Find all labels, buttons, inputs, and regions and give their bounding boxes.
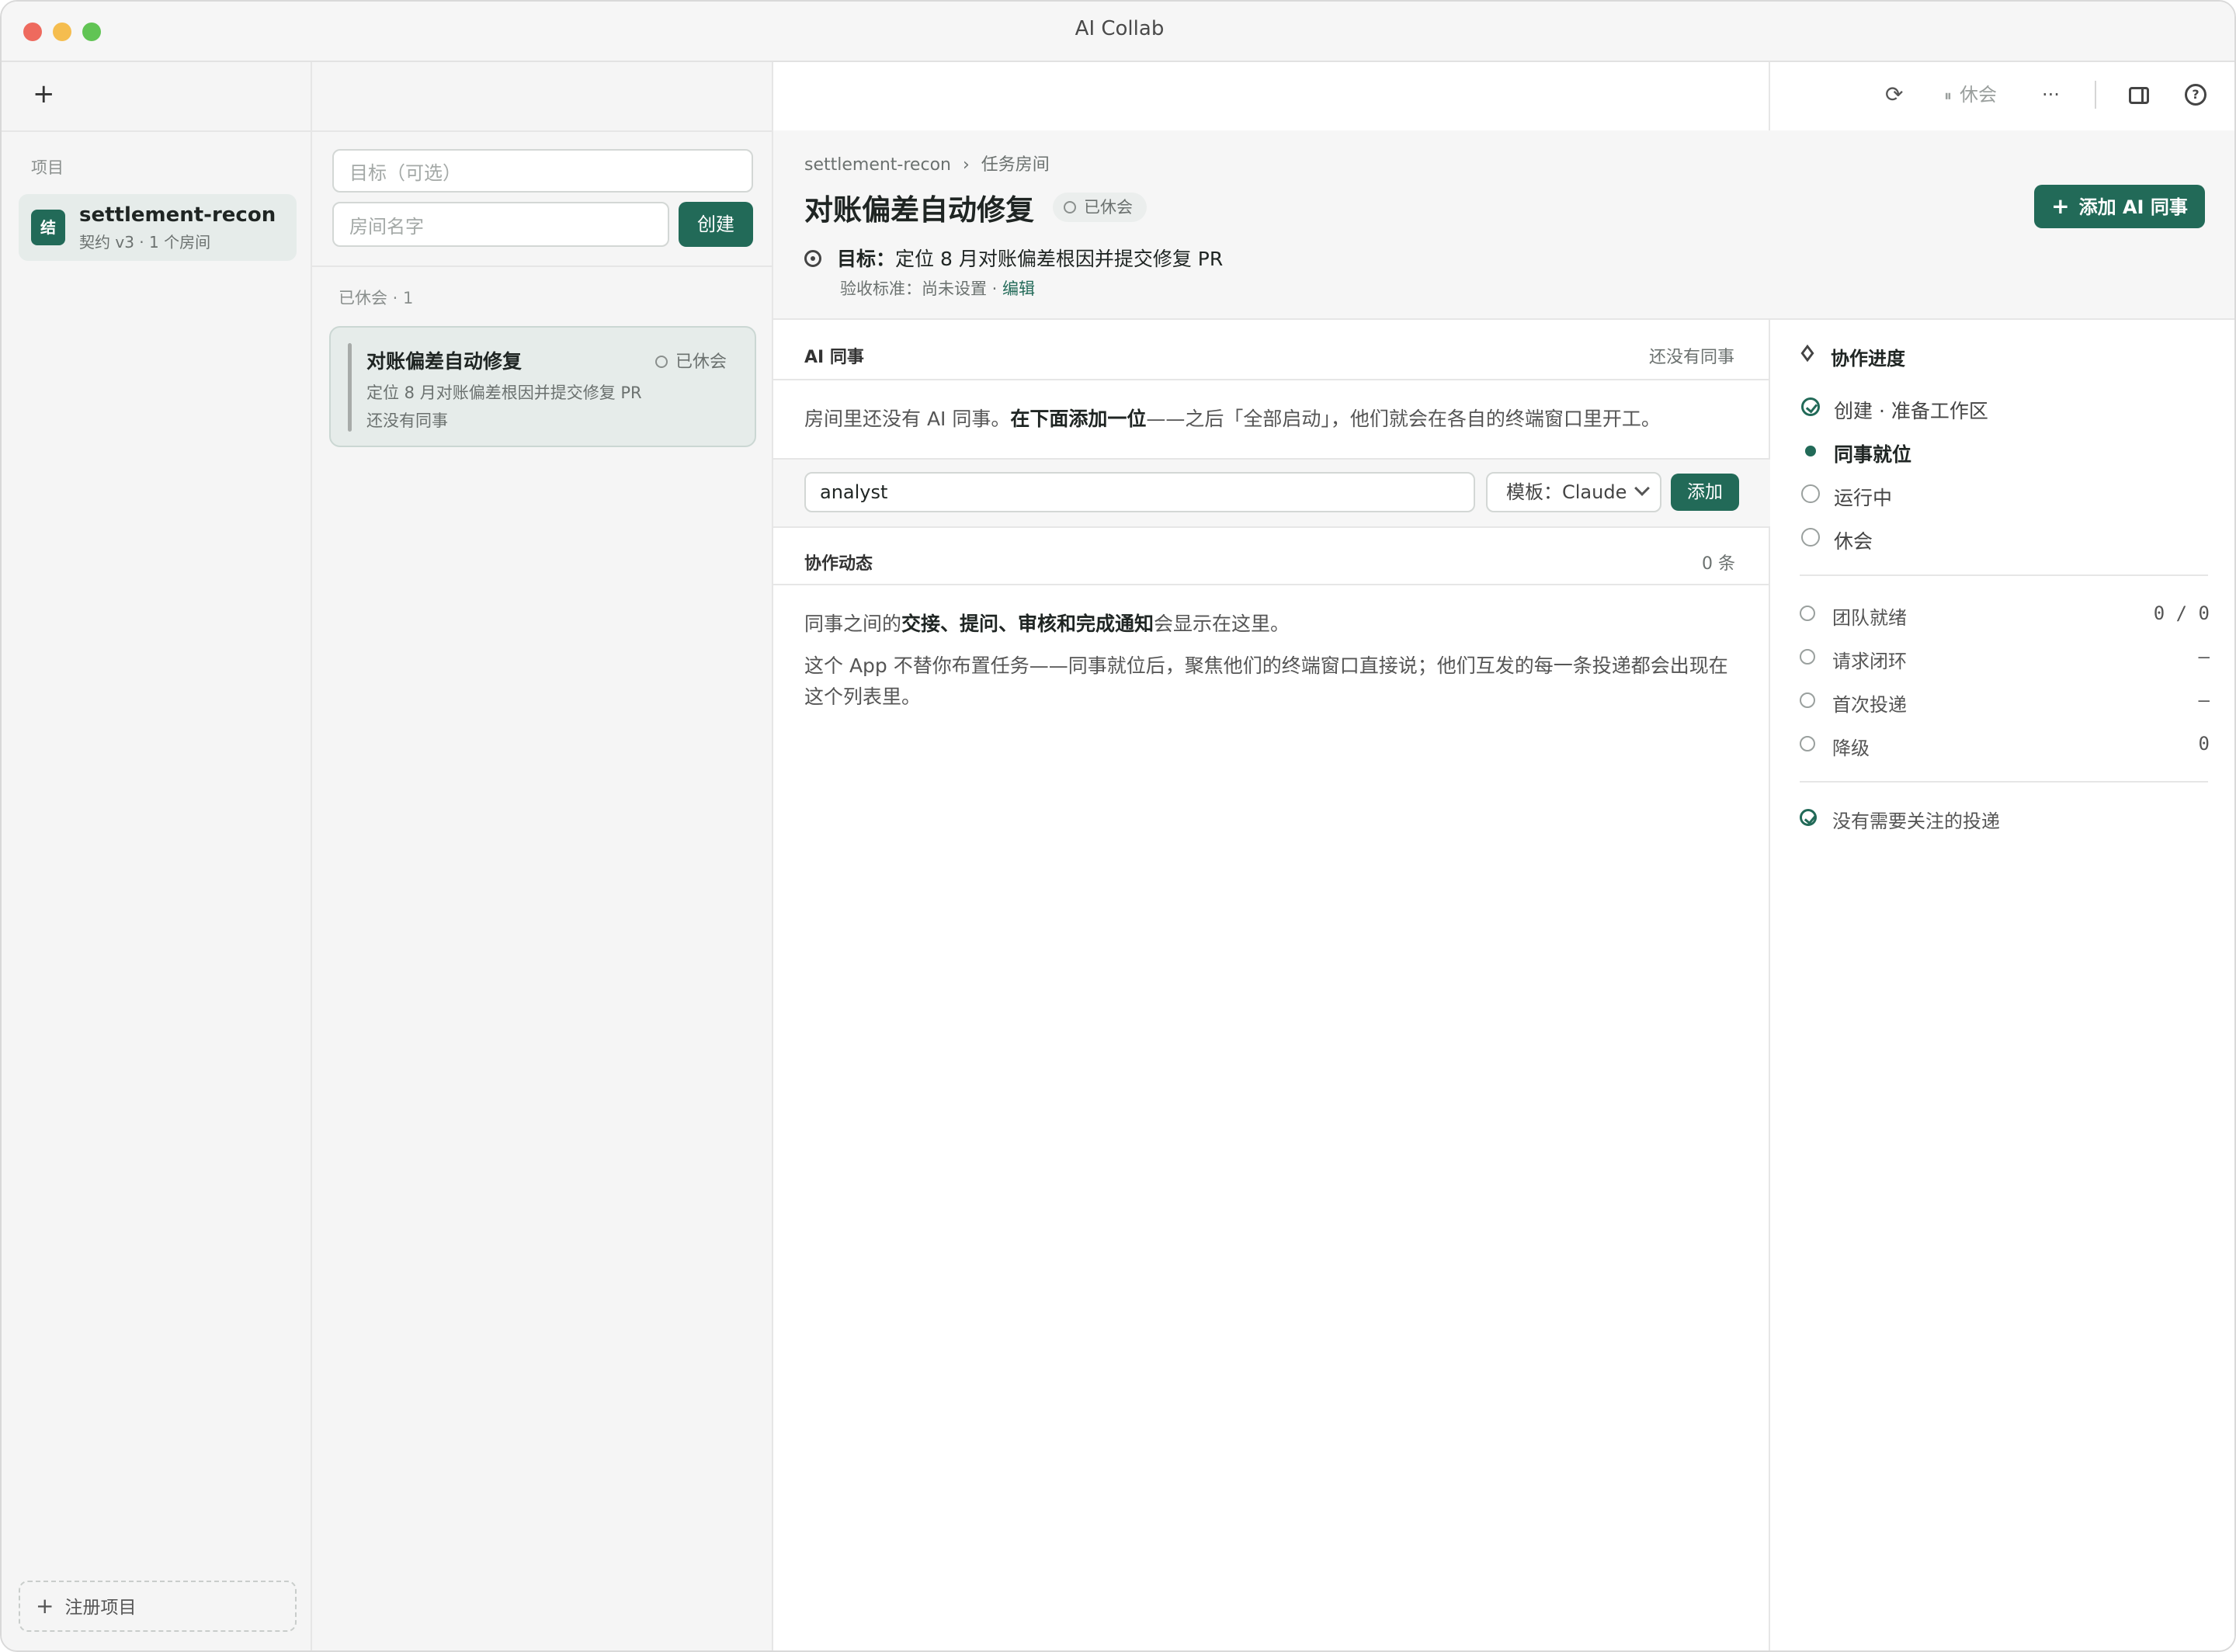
empty-circle-icon	[1800, 736, 1815, 751]
window-title: AI Collab	[1075, 17, 1165, 40]
plus-icon: +	[36, 1593, 54, 1619]
stat-request-closed: 请求闭环 —	[1800, 646, 2210, 673]
title-bar: AI Collab	[2, 2, 2234, 62]
room-card[interactable]: 对账偏差自动修复 已休会 定位 8 月对账偏差根因并提交修复 PR 还没有同事	[329, 326, 756, 447]
progress-step-ready: 同事就位	[1805, 439, 1911, 467]
feed-section-title: 协作动态	[804, 554, 873, 574]
sidebar-toggle-icon[interactable]	[2129, 87, 2149, 104]
room-title: 对账偏差自动修复	[804, 193, 1034, 227]
colleague-name-input[interactable]: analyst	[804, 472, 1475, 512]
refresh-icon[interactable]: ⟳	[1885, 82, 1903, 107]
project-avatar: 结	[31, 210, 65, 245]
project-sidebar	[2, 62, 312, 1650]
recessed-group-label: 已休会 · 1	[339, 289, 414, 307]
new-project-plus-icon[interactable]: +	[33, 81, 55, 107]
plus-icon: +	[2051, 193, 2070, 219]
goal-line: 目标：定位 8 月对账偏差根因并提交修复 PR	[804, 244, 1223, 272]
check-circle-icon	[1800, 809, 1817, 826]
breadcrumb-page: 任务房间	[981, 155, 1050, 175]
room-card-status: 已休会	[654, 348, 727, 373]
check-circle-icon	[1801, 397, 1820, 416]
colleagues-empty-note: 房间里还没有 AI 同事。在下面添加一位——之后「全部启动」，他们就会在各自的终…	[804, 408, 1661, 430]
recess-button[interactable]: ⏸ 休会	[1944, 82, 1997, 108]
acceptance-criteria: 验收标准：尚未设置 · 编辑	[840, 279, 1036, 298]
progress-title: 协作进度	[1831, 348, 1905, 370]
projects-section-label: 项目	[31, 158, 64, 177]
edit-acceptance-link[interactable]: 编辑	[1002, 279, 1035, 298]
status-badge: 已休会	[1053, 193, 1147, 222]
register-project-button[interactable]: + 注册项目	[19, 1581, 297, 1632]
empty-circle-icon	[1801, 528, 1820, 547]
feed-count: 0 条	[1702, 554, 1735, 574]
room-card-members: 还没有同事	[366, 411, 448, 430]
breadcrumb-project[interactable]: settlement-recon	[804, 155, 951, 175]
create-room-button[interactable]: 创建	[679, 202, 753, 247]
feed-empty-line-2: 这个 App 不替你布置任务——同事就位后，聚焦他们的终端窗口直接说；他们互发的…	[804, 654, 1728, 708]
empty-circle-icon	[1800, 649, 1815, 665]
progress-step-create: 创建 · 准备工作区	[1801, 396, 1988, 424]
add-colleague-button[interactable]: 添加	[1671, 474, 1739, 511]
empty-circle-icon	[1800, 692, 1815, 708]
status-circle-icon	[1064, 201, 1076, 213]
app-window: AI Collab + 项目 结 settlement-recon 契约 v3 …	[0, 0, 2236, 1652]
room-card-title: 对账偏差自动修复	[366, 350, 523, 373]
empty-circle-icon	[1800, 606, 1815, 621]
room-name-input[interactable]: 房间名字	[332, 202, 669, 247]
add-ai-colleague-button[interactable]: + 添加 AI 同事	[2034, 185, 2205, 228]
template-select[interactable]: 模板：Claude	[1486, 472, 1661, 512]
layers-icon	[1800, 344, 1817, 363]
register-project-label: 注册项目	[64, 1598, 137, 1618]
colleagues-section-title: AI 同事	[804, 348, 864, 367]
breadcrumb-separator-icon: ›	[962, 155, 970, 175]
stat-downgrade: 降级 0	[1800, 733, 2210, 760]
stat-team-ready: 团队就绪 0 / 0	[1800, 602, 2210, 630]
target-icon	[804, 250, 821, 267]
pause-icon: ⏸	[1944, 86, 1952, 105]
chevron-down-icon	[1634, 481, 1650, 496]
more-icon[interactable]: ···	[2042, 82, 2060, 107]
project-meta: 契约 v3 · 1 个房间	[79, 233, 211, 252]
status-circle-icon	[654, 356, 668, 368]
project-name: settlement-recon	[79, 203, 276, 227]
no-attention-deliveries: 没有需要关注的投递	[1800, 806, 2210, 833]
stat-first-delivery: 首次投递 —	[1800, 689, 2210, 717]
breadcrumb: settlement-recon › 任务房间	[804, 151, 1050, 175]
empty-circle-icon	[1801, 484, 1820, 503]
feed-empty-line-1: 同事之间的交接、提问、审核和完成通知会显示在这里。	[804, 613, 1290, 635]
current-dot-icon	[1805, 446, 1816, 456]
room-card-goal: 定位 8 月对账偏差根因并提交修复 PR	[366, 384, 642, 402]
colleagues-count: 还没有同事	[1649, 348, 1735, 367]
progress-step-running: 运行中	[1801, 483, 1892, 511]
goal-input[interactable]: 目标（可选）	[332, 149, 753, 193]
project-item-settlement-recon[interactable]: 结 settlement-recon 契约 v3 · 1 个房间	[19, 194, 297, 261]
progress-step-recess: 休会	[1801, 526, 1873, 554]
help-icon[interactable]: ?	[2185, 84, 2206, 106]
